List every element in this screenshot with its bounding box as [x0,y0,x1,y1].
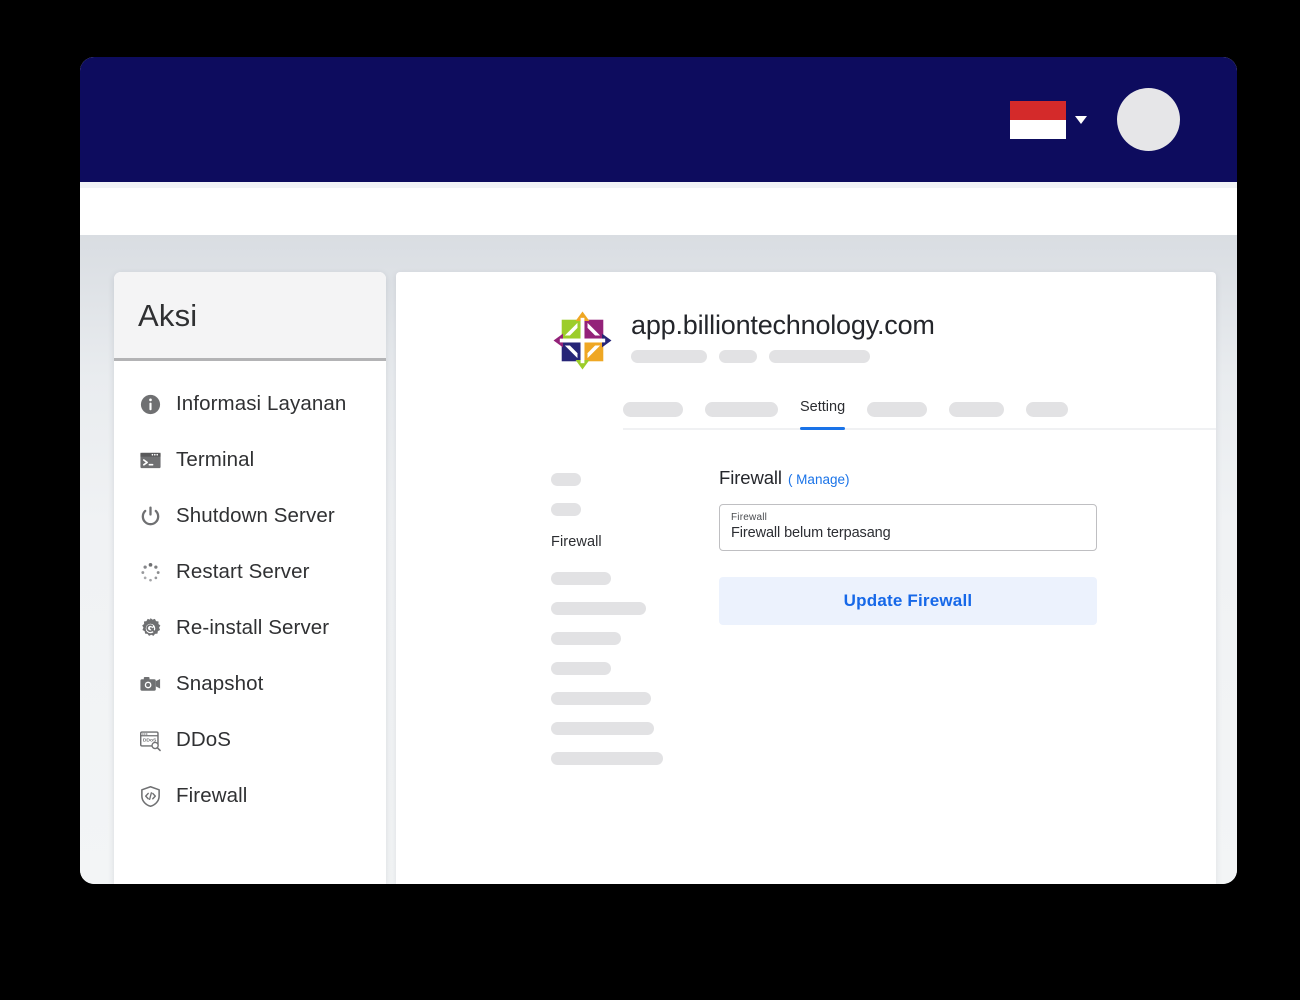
language-selector[interactable] [1010,100,1087,139]
power-icon [138,504,162,528]
tab-placeholder-5[interactable] [1026,398,1069,428]
sidebar-menu-list: Informasi Layanan Terminal Shutdown Serv… [114,361,386,843]
menu-item-label: Firewall [551,534,602,550]
tab-setting[interactable]: Setting [800,398,846,430]
placeholder-bar [867,402,928,417]
firewall-manage-link[interactable]: ( Manage) [788,472,850,487]
page-background: Aksi Informasi Layanan Terminal Shutdown… [80,235,1237,884]
sidebar-item-label: Firewall [176,784,248,807]
placeholder-bar [631,350,707,363]
tab-placeholder-4[interactable] [949,398,1005,428]
update-firewall-button[interactable]: Update Firewall [719,577,1097,625]
menu-placeholder[interactable] [551,632,719,645]
sidebar-item-restart-server[interactable]: Restart Server [114,551,386,593]
sidebar-title: Aksi [138,298,198,333]
firewall-status-field[interactable]: Firewall Firewall belum terpasang [719,504,1097,551]
placeholder-bar [551,722,654,735]
main-content-card: app.billiontechnology.com Setting Firewa… [396,272,1216,884]
content-tabs: Setting [623,398,1216,430]
browser-window: Aksi Informasi Layanan Terminal Shutdown… [80,57,1237,884]
placeholder-bar [551,662,611,675]
menu-placeholder[interactable] [551,692,719,705]
sidebar-item-label: Snapshot [176,672,264,695]
menu-placeholder[interactable] [551,503,719,516]
placeholder-bar [1026,402,1069,417]
menu-placeholder[interactable] [551,473,719,486]
menu-placeholder[interactable] [551,722,719,735]
actions-sidebar: Aksi Informasi Layanan Terminal Shutdown… [114,272,386,884]
firewall-title: Firewall [719,467,782,488]
app-top-bar [80,57,1237,182]
menu-placeholder[interactable] [551,752,719,765]
shield-code-icon [138,784,162,808]
centos-logo-icon [553,311,612,370]
sidebar-item-re-install-server[interactable]: Re-install Server [114,607,386,649]
tab-placeholder-3[interactable] [867,398,928,428]
tab-setting-label: Setting [800,399,846,415]
ddos-window-icon: DDoS [138,728,162,752]
secondary-bar [80,188,1237,235]
placeholder-bar [551,692,651,705]
placeholder-bar [551,632,621,645]
sidebar-item-label: Informasi Layanan [176,392,347,415]
placeholder-bar [623,402,683,417]
info-circle-icon [138,392,162,416]
sidebar-item-informasi-layanan[interactable]: Informasi Layanan [114,383,386,425]
sidebar-item-shutdown-server[interactable]: Shutdown Server [114,495,386,537]
sidebar-item-ddos[interactable]: DDoS DDoS [114,719,386,761]
firewall-field-value: Firewall belum terpasang [731,525,891,541]
camera-icon [138,672,162,696]
tab-placeholder-2[interactable] [705,398,778,428]
firewall-field-label: Firewall [731,512,768,523]
sidebar-item-label: Terminal [176,448,255,471]
placeholder-bar [769,350,870,363]
server-domain-title: app.billiontechnology.com [631,310,935,340]
sidebar-item-label: DDoS [176,728,232,751]
sidebar-item-snapshot[interactable]: Snapshot [114,663,386,705]
sidebar-item-terminal[interactable]: Terminal [114,439,386,481]
placeholder-bar [551,752,663,765]
sidebar-item-firewall[interactable]: Firewall [114,775,386,817]
gear-wrench-icon [138,616,162,640]
sidebar-header: Aksi [114,272,386,361]
settings-side-menu: Firewall [551,467,719,782]
server-header: app.billiontechnology.com [551,306,1186,372]
firewall-title-row: Firewall ( Manage) [719,467,1097,489]
menu-placeholder[interactable] [551,572,719,585]
menu-placeholder[interactable] [551,602,719,615]
spinner-restart-icon [138,560,162,584]
tab-placeholder-1[interactable] [623,398,683,428]
placeholder-bar [719,350,757,363]
sidebar-item-label: Re-install Server [176,616,330,639]
menu-item-firewall-active[interactable]: Firewall [551,534,602,555]
placeholder-bar [551,473,581,486]
chevron-down-icon [1075,115,1087,124]
placeholder-bar [949,402,1005,417]
placeholder-bar [551,602,646,615]
terminal-icon [138,448,162,472]
server-meta-placeholders [631,350,935,363]
firewall-panel: Firewall ( Manage) Firewall Firewall bel… [719,467,1097,782]
sidebar-item-label: Restart Server [176,560,310,583]
menu-placeholder[interactable] [551,662,719,675]
user-avatar[interactable] [1117,88,1180,151]
placeholder-bar [551,503,581,516]
sidebar-item-label: Shutdown Server [176,504,335,527]
placeholder-bar [551,572,611,585]
flag-indonesia-icon [1010,100,1066,139]
placeholder-bar [705,402,778,417]
